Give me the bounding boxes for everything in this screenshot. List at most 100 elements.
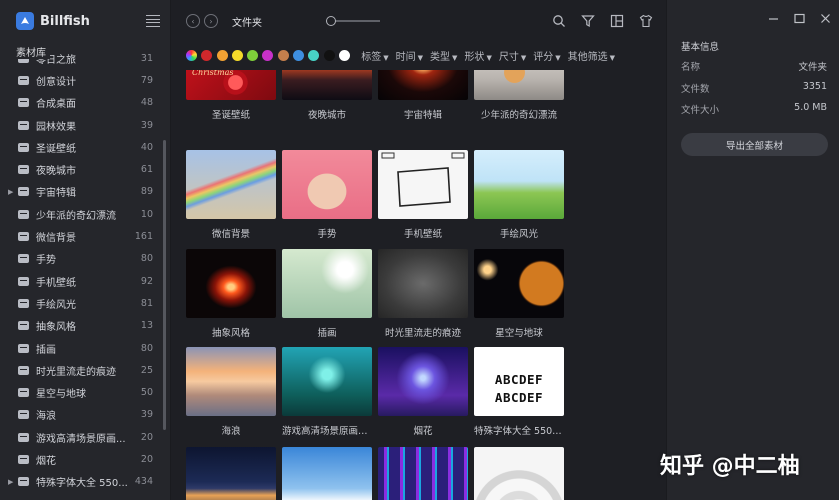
filter-label: 尺寸 xyxy=(498,51,519,63)
library-label[interactable]: 素材库 xyxy=(16,44,50,59)
folder-item[interactable]: 合成桌面 48 xyxy=(0,92,165,114)
info-key: 名称 xyxy=(681,62,701,73)
thumbnail-card[interactable]: 抽象风格 xyxy=(186,249,276,339)
folder-item[interactable]: 海浪 39 xyxy=(0,404,165,426)
layout-icon[interactable] xyxy=(609,14,624,29)
folder-icon xyxy=(18,298,29,308)
color-swatch[interactable] xyxy=(231,49,243,61)
thumbnail-card[interactable] xyxy=(378,447,468,500)
maximize-icon[interactable] xyxy=(793,12,805,24)
window-controls xyxy=(667,0,839,36)
thumbnail-card[interactable]: 海浪 xyxy=(186,347,276,437)
color-swatch[interactable] xyxy=(323,49,335,61)
folder-item[interactable]: 插画 80 xyxy=(0,337,165,359)
folder-count: 92 xyxy=(140,275,153,287)
folder-item[interactable]: 创意设计 79 xyxy=(0,69,165,91)
folder-icon xyxy=(18,410,29,420)
filter-dropdown[interactable]: 评分 ▼ xyxy=(533,48,560,63)
folder-item[interactable]: 手势 80 xyxy=(0,248,165,270)
folder-item[interactable]: 抽象风格 13 xyxy=(0,315,165,337)
filter-dropdown[interactable]: 标签 ▼ xyxy=(361,48,388,63)
folder-item[interactable]: 游戏高清场景原画... 20 xyxy=(0,426,165,448)
color-swatch[interactable] xyxy=(247,49,259,61)
folder-name: 特殊字体大全 550... xyxy=(36,478,128,490)
filter-dropdown[interactable]: 时间 ▼ xyxy=(396,48,423,63)
close-icon[interactable] xyxy=(819,12,831,24)
thumbnail-card[interactable]: 手机壁纸 xyxy=(378,150,468,240)
rainbow-thumb xyxy=(186,150,276,219)
planet-thumb xyxy=(474,249,564,318)
sidebar-scrollbar[interactable] xyxy=(163,140,166,430)
folder-icon xyxy=(18,365,29,375)
color-swatch[interactable] xyxy=(262,49,274,61)
filter-dropdown[interactable]: 形状 ▼ xyxy=(464,48,491,63)
search-icon[interactable] xyxy=(551,14,566,29)
thumbnail-card[interactable] xyxy=(282,447,372,500)
color-swatch[interactable] xyxy=(338,49,350,61)
info-value: 3351 xyxy=(802,81,827,92)
sunset-sea-thumb xyxy=(186,347,276,416)
folder-item[interactable]: 星空与地球 50 xyxy=(0,381,165,403)
slider-knob[interactable] xyxy=(326,16,336,26)
all-colors-swatch[interactable] xyxy=(186,49,197,61)
info-panel: 基本信息 名称 文件夹 文件数 3351 文件大小 5.0 MB 导出全部素材 xyxy=(666,0,839,500)
filter-label: 形状 xyxy=(464,51,485,63)
folder-item[interactable]: 时光里流走的痕迹 25 xyxy=(0,359,165,381)
folder-item[interactable]: 手绘风光 81 xyxy=(0,292,165,314)
thumbnail-card[interactable]: 时光里流走的痕迹 xyxy=(378,249,468,339)
folder-item[interactable]: ▶ 特殊字体大全 550... 434 xyxy=(0,471,165,493)
filter-dropdown[interactable]: 其他筛选 ▼ xyxy=(568,48,615,63)
color-swatch[interactable] xyxy=(308,49,320,61)
folder-item[interactable]: 微信背景 161 xyxy=(0,225,165,247)
thumbnail-card[interactable]: 烟花 xyxy=(378,347,468,437)
menu-icon[interactable] xyxy=(146,15,160,27)
thumbnail-caption: 微信背景 xyxy=(211,229,250,240)
folder-name: 宇宙特辑 xyxy=(36,188,76,200)
chevron-down-icon: ▼ xyxy=(555,53,561,62)
thumbnail-card[interactable]: MerryChristmas 圣诞壁纸 xyxy=(186,70,276,121)
filter-dropdown[interactable]: 尺寸 ▼ xyxy=(499,48,526,63)
thumbnail-card[interactable]: 游戏高清场景原画素... xyxy=(282,347,372,437)
thumbnail-card[interactable]: 宇宙特辑 xyxy=(378,70,468,121)
thumbnail-size-slider[interactable] xyxy=(326,16,380,26)
thumbnail-card[interactable]: 手势 xyxy=(282,150,372,240)
thumbnail-card[interactable]: 手绘风光 xyxy=(474,150,564,240)
thumbnail-card[interactable]: 插画 xyxy=(282,249,372,339)
color-swatch[interactable] xyxy=(216,49,228,61)
filter-icon[interactable] xyxy=(580,14,595,29)
billfish-logo-icon xyxy=(16,12,34,30)
color-swatch[interactable] xyxy=(201,49,213,61)
folder-item[interactable]: 少年派的奇幻漂流 10 xyxy=(0,203,165,225)
expand-arrow-icon[interactable]: ▶ xyxy=(8,478,18,486)
folder-item[interactable]: 圣诞壁纸 40 xyxy=(0,136,165,158)
color-swatch[interactable] xyxy=(277,49,289,61)
folder-item[interactable]: 看见整个的明天21 xyxy=(0,493,165,500)
folder-item[interactable]: 夜晚城市 61 xyxy=(0,158,165,180)
color-swatch[interactable] xyxy=(293,49,305,61)
thumbnail-card[interactable]: ABCDEF ABCDEF 特殊字体大全 550种... xyxy=(474,347,564,437)
thumbnail-caption: 手势 xyxy=(317,229,337,240)
back-button[interactable]: ‹ xyxy=(186,14,200,28)
folder-item[interactable]: 园林效果 39 xyxy=(0,114,165,136)
folder-name: 星空与地球 xyxy=(36,389,86,401)
filter-label: 标签 xyxy=(361,51,382,63)
shirt-icon[interactable] xyxy=(638,14,653,29)
thumbnail-card[interactable]: 夜晚城市 xyxy=(282,70,372,121)
thumbnail-card[interactable]: 少年派的奇幻漂流 xyxy=(474,70,564,121)
thumbnail-card[interactable]: 星空与地球 xyxy=(474,249,564,339)
filter-dropdown[interactable]: 类型 ▼ xyxy=(430,48,457,63)
minimize-icon[interactable] xyxy=(767,12,779,24)
thumbnail-card[interactable]: 微信背景 xyxy=(186,150,276,240)
expand-arrow-icon[interactable]: ▶ xyxy=(8,188,18,196)
thumbnail-card[interactable] xyxy=(474,447,564,500)
chevron-down-icon: ▼ xyxy=(486,53,492,62)
forward-button[interactable]: › xyxy=(204,14,218,28)
thumbnail-card[interactable] xyxy=(186,447,276,500)
folder-item[interactable]: ▶ 宇宙特辑 89 xyxy=(0,181,165,203)
folder-count: 20 xyxy=(140,431,153,443)
thumbnail-caption: 抽象风格 xyxy=(211,328,250,339)
folder-item[interactable]: 手机壁纸 92 xyxy=(0,270,165,292)
folder-item[interactable]: 烟花 20 xyxy=(0,448,165,470)
info-value: 文件夹 xyxy=(798,62,827,73)
export-all-button[interactable]: 导出全部素材 xyxy=(681,133,828,156)
